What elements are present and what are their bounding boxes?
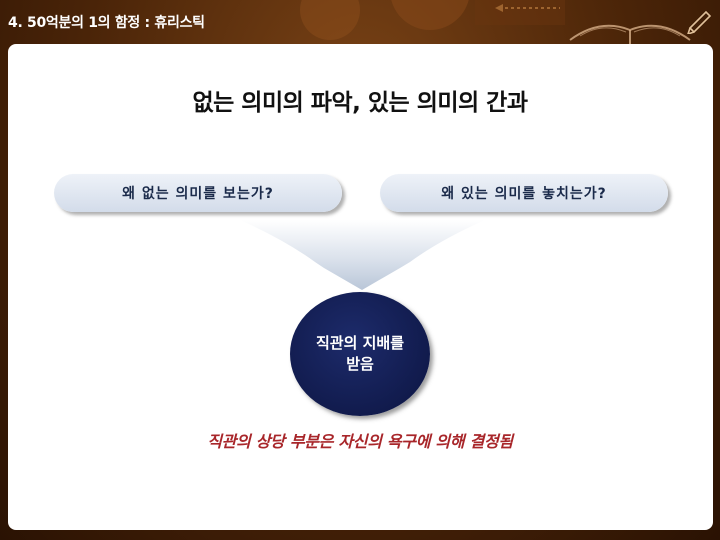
center-circle-text: 직관의 지배를 받음 xyxy=(305,333,415,375)
header-bar: 4. 50억분의 1의 함정 : 휴리스틱 xyxy=(0,0,720,44)
center-line-1: 직관의 지배를 xyxy=(315,334,405,352)
center-circle: 직관의 지배를 받음 xyxy=(290,292,430,416)
center-line-2: 받음 xyxy=(346,355,374,373)
header-title: 4. 50억분의 1의 함정 : 휴리스틱 xyxy=(8,15,205,31)
question-left: 왜 없는 의미를 보는가? xyxy=(54,174,342,212)
slide-title: 없는 의미의 파악, 있는 의미의 간과 xyxy=(192,90,528,116)
pencil-icon xyxy=(687,10,712,34)
book-icon xyxy=(569,24,691,44)
funnel-arrow xyxy=(240,220,485,290)
caption: 직관의 상당 부분은 자신의 욕구에 의해 결정됨 xyxy=(207,432,513,451)
question-right: 왜 있는 의미를 놓치는가? xyxy=(380,174,668,212)
